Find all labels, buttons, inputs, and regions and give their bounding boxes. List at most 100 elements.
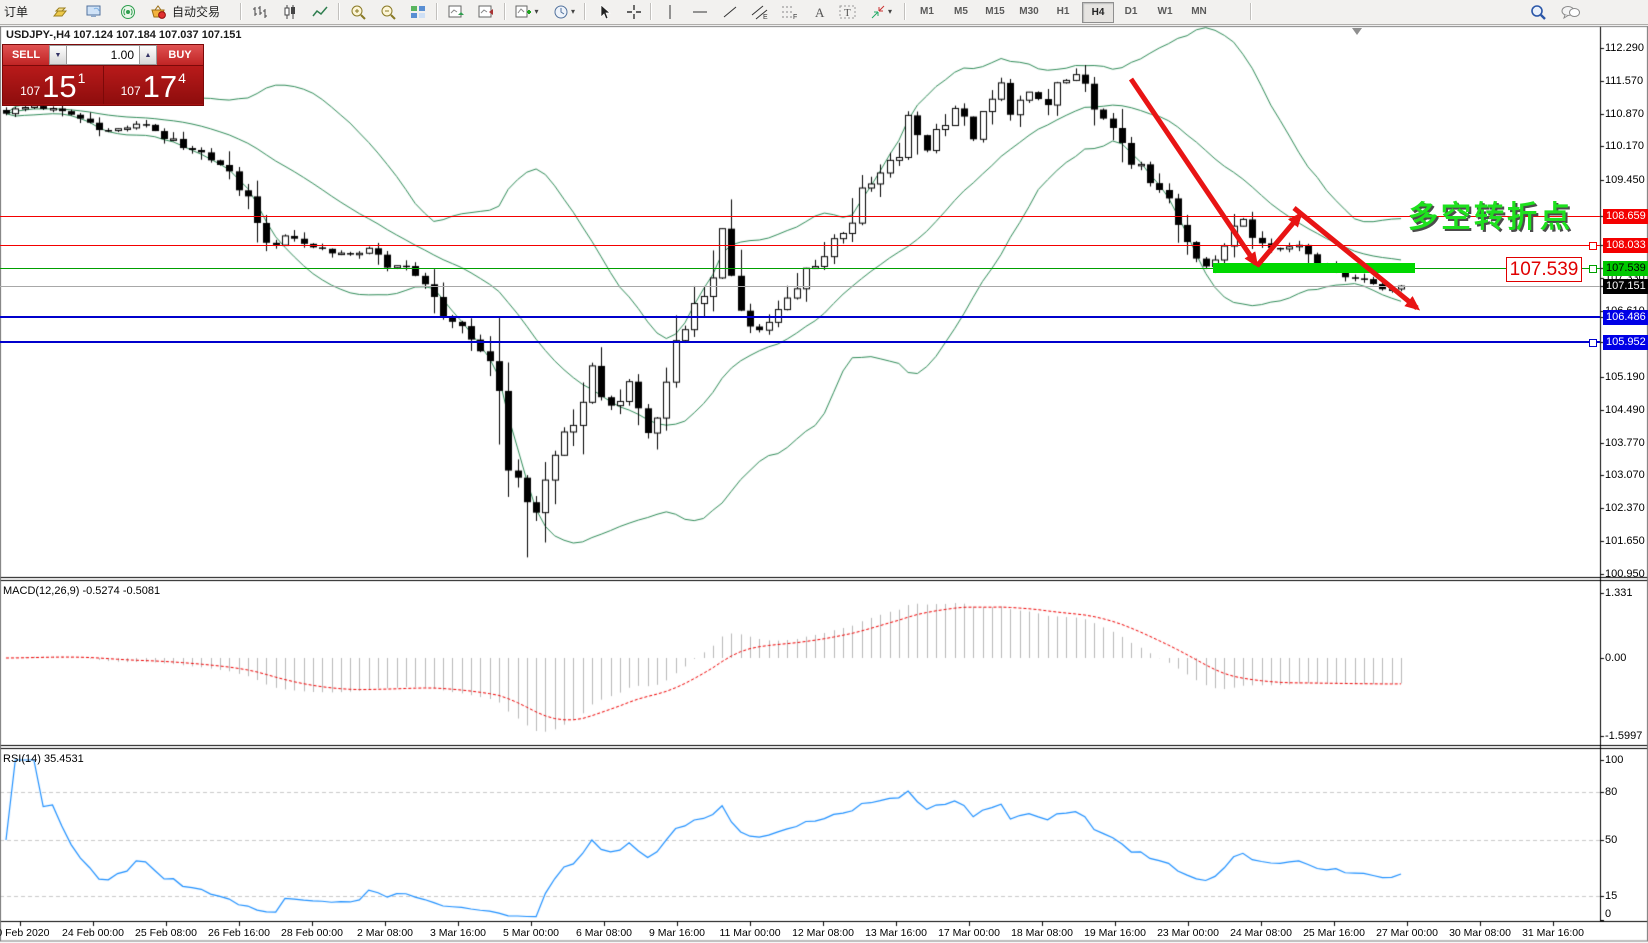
timeframe-m5[interactable]: M5 — [946, 2, 976, 21]
date-tick: 25 Feb 08:00 — [135, 927, 197, 939]
volume-input[interactable]: 1.00 — [67, 45, 139, 65]
date-tick: 9 Mar 16:00 — [649, 927, 705, 939]
trendline-icon[interactable] — [716, 1, 744, 22]
sell-button[interactable]: SELL — [3, 45, 49, 65]
horizontal-line-icon[interactable] — [686, 1, 714, 22]
rsi-tick: 0 — [1605, 908, 1611, 920]
timeframe-m15[interactable]: M15 — [980, 2, 1010, 21]
price-tick: 102.370 — [1605, 502, 1645, 514]
hline-105.952[interactable] — [0, 341, 1600, 343]
mt4-terminal: 订单 自动交易 ▾ — [0, 0, 1648, 943]
svg-text:E: E — [763, 14, 768, 20]
gold-icon[interactable] — [46, 1, 74, 22]
period-icon[interactable]: ▾ — [548, 1, 580, 22]
price-tick: 100.950 — [1605, 568, 1645, 580]
sell-price-prefix: 107 — [20, 84, 40, 98]
date-tick: 24 Feb 00:00 — [62, 927, 124, 939]
bar-chart-icon[interactable] — [246, 1, 274, 22]
magnifier-icon[interactable] — [1524, 1, 1552, 22]
tile-windows-icon[interactable] — [404, 1, 432, 22]
price-line-label: 107.539 — [1603, 261, 1648, 276]
price-callout-label[interactable]: 107.539 — [1506, 257, 1582, 282]
sell-price-big: 15 — [42, 72, 76, 102]
price-tick: 104.490 — [1605, 404, 1645, 416]
chart-shift-icon[interactable] — [472, 1, 500, 22]
date-tick: 24 Mar 08:00 — [1230, 927, 1292, 939]
price-tick: 111.570 — [1605, 75, 1643, 87]
zoom-out-icon[interactable] — [374, 1, 402, 22]
buy-price-prefix: 107 — [121, 84, 141, 98]
price-line-label: 105.952 — [1603, 335, 1648, 350]
date-tick: 20 Feb 2020 — [0, 927, 49, 939]
toolbar: 订单 自动交易 ▾ — [0, 0, 1648, 25]
vertical-line-icon[interactable] — [656, 1, 684, 22]
label-icon[interactable]: T — [834, 1, 862, 22]
buy-price-sup: 4 — [178, 70, 186, 86]
sell-price-tile[interactable]: 107151 — [3, 66, 104, 104]
price-tick: 112.290 — [1605, 42, 1644, 54]
date-tick: 19 Mar 16:00 — [1084, 927, 1146, 939]
date-tick: 12 Mar 08:00 — [792, 927, 854, 939]
buy-button[interactable]: BUY — [157, 45, 203, 65]
price-line-label: 108.659 — [1603, 209, 1648, 224]
chart-area[interactable] — [0, 0, 1648, 943]
timeframe-m30[interactable]: M30 — [1014, 2, 1044, 21]
date-tick: 6 Mar 08:00 — [576, 927, 632, 939]
timeframe-h1[interactable]: H1 — [1048, 2, 1078, 21]
hline-108.659[interactable] — [0, 216, 1600, 217]
new-order-button[interactable]: 订单 — [0, 1, 32, 22]
timeframe-mn[interactable]: MN — [1184, 2, 1214, 21]
price-line-label: 107.151 — [1603, 279, 1648, 294]
volume-down-button[interactable]: ▼ — [49, 45, 67, 65]
auto-scroll-icon[interactable] — [442, 1, 470, 22]
timeframe-w1[interactable]: W1 — [1150, 2, 1180, 21]
svg-text:F: F — [793, 14, 797, 20]
macd-tick: 0.00 — [1605, 652, 1626, 664]
crosshair-icon[interactable] — [620, 1, 648, 22]
timeframe-h4[interactable]: H4 — [1082, 2, 1114, 23]
price-tick: 110.870 — [1605, 108, 1644, 120]
line-handle[interactable] — [1589, 242, 1597, 250]
hline-108.033[interactable] — [0, 245, 1600, 246]
price-tick: 101.650 — [1605, 535, 1645, 547]
cursor-icon[interactable] — [590, 1, 618, 22]
fibonacci-icon[interactable]: F — [776, 1, 804, 22]
sell-price-sup: 1 — [78, 70, 86, 86]
date-tick: 25 Mar 16:00 — [1303, 927, 1365, 939]
chat-icon[interactable] — [1556, 1, 1584, 22]
date-tick: 26 Feb 16:00 — [208, 927, 270, 939]
line-handle[interactable] — [1589, 265, 1597, 273]
buy-price-tile[interactable]: 107174 — [104, 66, 204, 104]
price-tick: 105.190 — [1605, 371, 1645, 383]
price-tick: 110.170 — [1605, 140, 1644, 152]
line-handle[interactable] — [1589, 339, 1597, 347]
price-tick: 109.450 — [1605, 174, 1645, 186]
support-zone-bar[interactable] — [1213, 263, 1415, 273]
date-tick: 28 Feb 00:00 — [281, 927, 343, 939]
macd-tick: -1.5997 — [1605, 730, 1642, 742]
indicators-icon[interactable]: ▾ — [510, 1, 544, 22]
timeframe-m1[interactable]: M1 — [912, 2, 942, 21]
autotrading-button[interactable]: 自动交易 — [168, 1, 224, 22]
macd-tick: 1.331 — [1605, 587, 1633, 599]
volume-up-button[interactable]: ▲ — [139, 45, 157, 65]
text-icon[interactable]: A — [806, 1, 834, 22]
arrows-icon[interactable]: ▾ — [864, 1, 898, 22]
line-chart-icon[interactable] — [306, 1, 334, 22]
price-tick: 103.770 — [1605, 437, 1645, 449]
hline-106.486[interactable] — [0, 316, 1600, 318]
chart-shift-marker-icon[interactable] — [1352, 28, 1362, 35]
hline-107.151[interactable] — [0, 286, 1600, 287]
terminal-icon[interactable] — [80, 1, 108, 22]
turning-point-annotation[interactable]: 多空转折点 — [1408, 192, 1573, 236]
date-tick: 27 Mar 00:00 — [1376, 927, 1438, 939]
rsi-tick: 100 — [1605, 754, 1623, 766]
zoom-in-icon[interactable] — [344, 1, 372, 22]
timeframe-d1[interactable]: D1 — [1116, 2, 1146, 21]
date-tick: 31 Mar 16:00 — [1522, 927, 1584, 939]
rsi-tick: 15 — [1605, 890, 1617, 902]
candlestick-icon[interactable] — [276, 1, 304, 22]
signal-icon[interactable] — [114, 1, 142, 22]
date-tick: 2 Mar 08:00 — [357, 927, 413, 939]
channel-icon[interactable]: E — [746, 1, 774, 22]
